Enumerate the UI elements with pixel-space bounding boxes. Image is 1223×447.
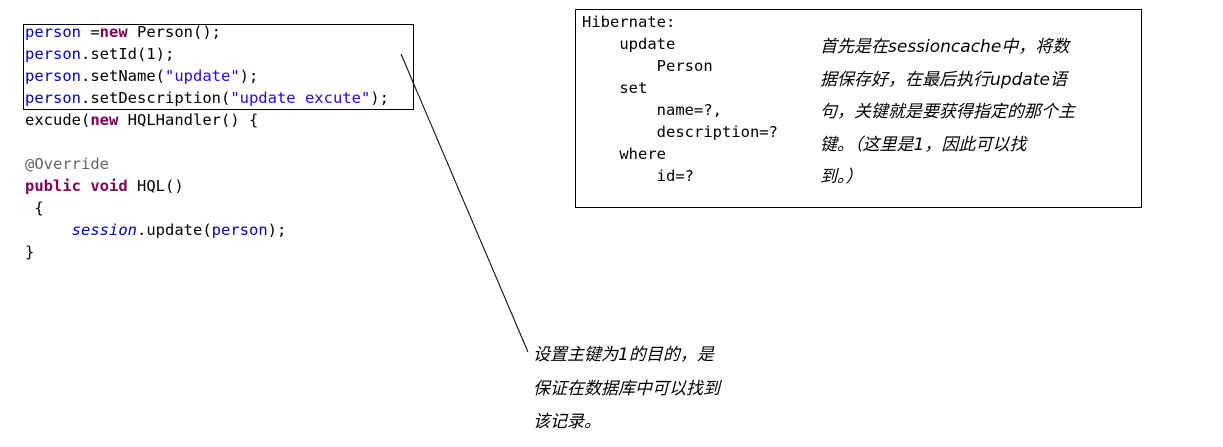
callout-note: 设置主键为1的目的，是 保证在数据库中可以找到 该记录。 [533, 339, 773, 440]
note-line: 设置主键为1的目的，是 [533, 345, 714, 365]
callout-connector [400, 53, 529, 353]
note-line: 保证在数据库中可以找到 [533, 378, 720, 399]
note-line: 该记录。 [533, 412, 601, 432]
